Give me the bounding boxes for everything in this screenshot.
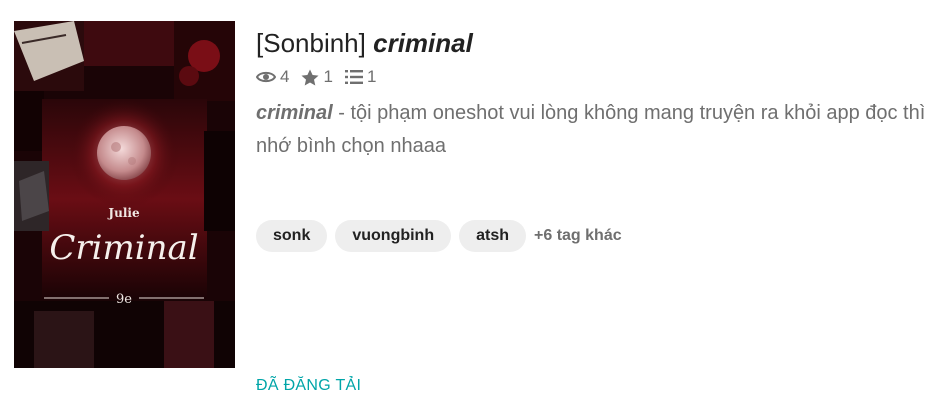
story-info: [Sonbinh] criminal 4 1 1 criminal - tội … xyxy=(256,26,946,163)
list-icon xyxy=(344,70,363,84)
reads-count: 4 xyxy=(280,67,290,86)
reads-stat: 4 xyxy=(256,67,289,87)
eye-icon xyxy=(256,71,276,83)
tag-sonk[interactable]: sonk xyxy=(256,220,328,252)
more-tags-link[interactable]: +6 tag khác xyxy=(534,227,622,245)
story-card[interactable]: Julie Criminal 9e [Sonbinh] criminal 4 1 xyxy=(0,0,949,406)
star-icon xyxy=(301,69,319,85)
cover-art: Julie Criminal 9e xyxy=(14,21,235,368)
tag-atsh[interactable]: atsh xyxy=(459,220,527,252)
story-stats: 4 1 1 xyxy=(256,65,946,89)
description-emph: criminal xyxy=(256,102,333,124)
votes-stat: 1 xyxy=(301,67,333,87)
description-text: - tội phạm oneshot vui lòng không mang t… xyxy=(256,102,926,157)
votes-count: 1 xyxy=(323,67,333,86)
parts-stat: 1 xyxy=(344,67,377,87)
cover-author: Julie xyxy=(107,206,140,220)
published-status: ĐÃ ĐĂNG TẢI xyxy=(256,377,362,394)
story-description: criminal - tội phạm oneshot vui lòng khô… xyxy=(256,97,946,163)
cover-number: 9e xyxy=(116,292,132,307)
tag-list: sonk vuongbinh atsh +6 tag khác xyxy=(256,220,622,252)
parts-count: 1 xyxy=(366,67,377,86)
title-emph: criminal xyxy=(373,28,473,58)
cover-title: Criminal xyxy=(49,228,198,268)
title-prefix: [Sonbinh] xyxy=(256,28,366,58)
tag-vuongbinh[interactable]: vuongbinh xyxy=(335,220,452,252)
story-cover[interactable]: Julie Criminal 9e xyxy=(14,21,235,368)
story-title[interactable]: [Sonbinh] criminal xyxy=(256,26,946,60)
